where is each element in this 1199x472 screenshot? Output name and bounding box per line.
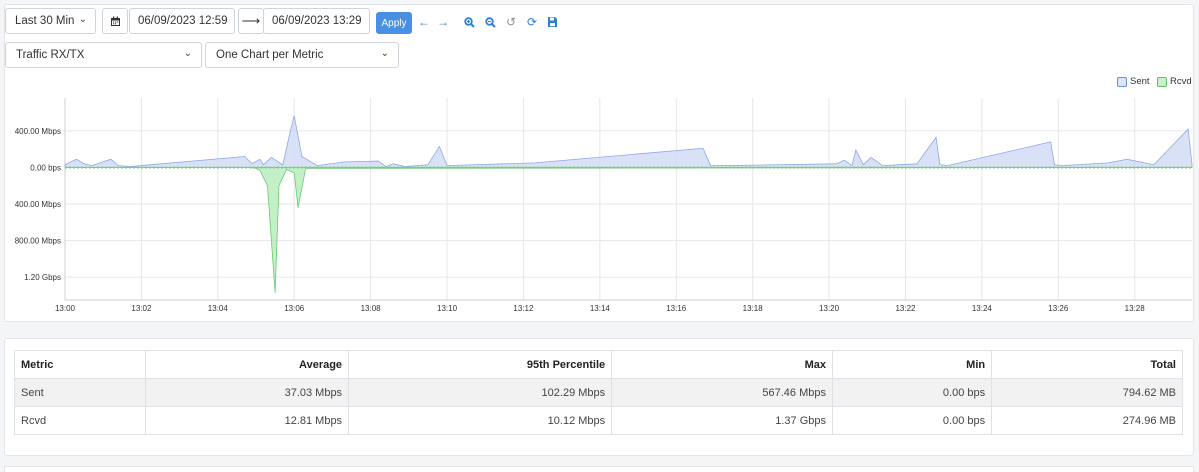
- cell-total: 794.62 MB: [991, 378, 1183, 407]
- x-tick-label: 13:06: [284, 304, 305, 313]
- cell-95th-percentile: 102.29 Mbps: [348, 378, 613, 407]
- cell-total: 274.96 MB: [991, 406, 1183, 435]
- header-min: Min: [831, 350, 993, 379]
- x-tick-label: 13:10: [437, 304, 458, 313]
- table-row: Sent 37.03 Mbps 102.29 Mbps 567.46 Mbps …: [14, 378, 1183, 407]
- cell-max: 1.37 Gbps: [611, 406, 833, 435]
- y-tick-label: 400.00 Mbps: [15, 200, 61, 209]
- x-tick-label: 13:00: [55, 304, 76, 313]
- table-row: Rcvd 12.81 Mbps 10.12 Mbps 1.37 Gbps 0.0…: [14, 406, 1183, 435]
- cell-max: 567.46 Mbps: [611, 378, 833, 407]
- header-max: Max: [611, 350, 833, 379]
- x-tick-label: 13:22: [895, 304, 916, 313]
- table-header-row: Metric Average 95th Percentile Max Min T…: [14, 350, 1183, 379]
- y-tick-label: 800.00 Mbps: [15, 237, 61, 246]
- next-panel-edge: [4, 466, 1194, 472]
- series-sent-area: [64, 115, 1193, 168]
- cell-95th-percentile: 10.12 Mbps: [348, 406, 613, 435]
- cell-min: 0.00 bps: [831, 406, 993, 435]
- traffic-chart[interactable]: 400.00 Mbps 0.00 bps 400.00 Mbps 800.00 Mbp…: [0, 0, 1199, 330]
- y-tick-label: 400.00 Mbps: [15, 127, 61, 136]
- x-tick-label: 13:16: [666, 304, 687, 313]
- x-tick-label: 13:20: [819, 304, 840, 313]
- cell-average: 37.03 Mbps: [144, 378, 350, 407]
- cell-metric: Rcvd: [14, 406, 146, 435]
- x-tick-label: 13:14: [590, 304, 611, 313]
- header-total: Total: [991, 350, 1183, 379]
- stats-table: Metric Average 95th Percentile Max Min T…: [14, 350, 1183, 435]
- cell-metric: Sent: [14, 378, 146, 407]
- header-metric: Metric: [14, 350, 146, 379]
- cell-min: 0.00 bps: [831, 378, 993, 407]
- x-tick-label: 13:28: [1125, 304, 1146, 313]
- x-tick-label: 13:18: [743, 304, 764, 313]
- x-tick-label: 13:12: [513, 304, 534, 313]
- x-tick-label: 13:24: [972, 304, 993, 313]
- header-average: Average: [144, 350, 350, 379]
- y-tick-label: 1.20 Gbps: [24, 273, 61, 282]
- x-tick-label: 13:04: [208, 304, 229, 313]
- x-tick-label: 13:02: [131, 304, 152, 313]
- header-95th-percentile: 95th Percentile: [348, 350, 613, 379]
- series-rcvd-area: [65, 167, 1193, 293]
- x-tick-label: 13:08: [361, 304, 382, 313]
- cell-average: 12.81 Mbps: [144, 406, 350, 435]
- y-tick-label: 0.00 bps: [30, 163, 61, 172]
- x-tick-label: 13:26: [1048, 304, 1069, 313]
